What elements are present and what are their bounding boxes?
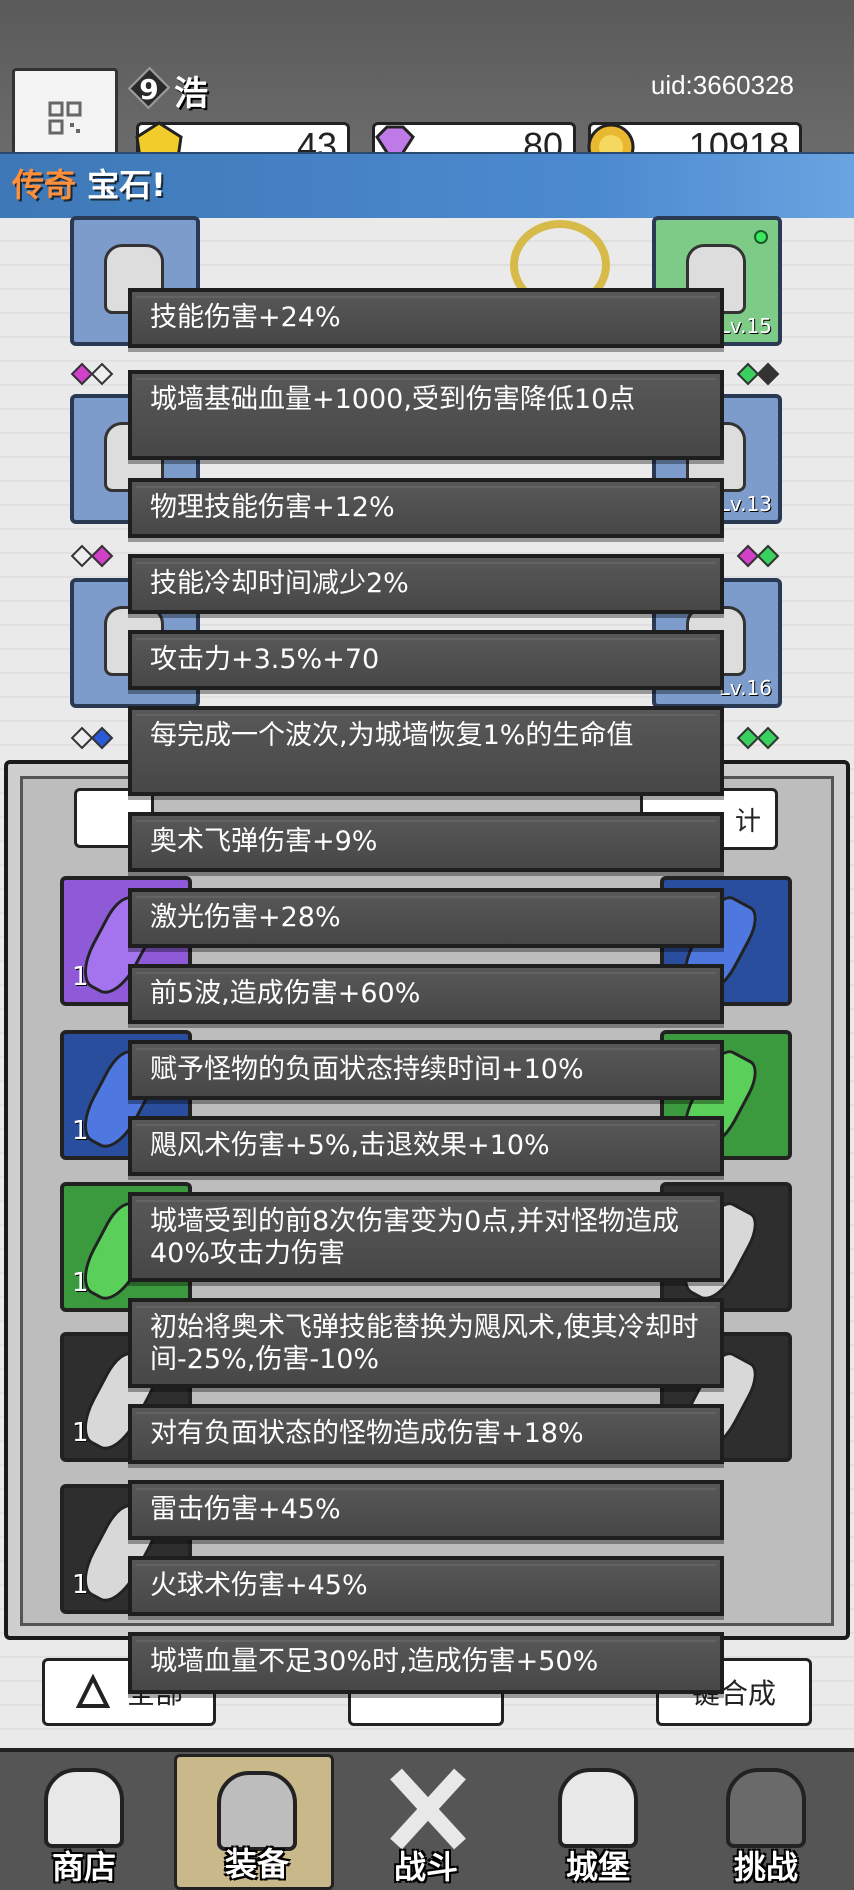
nav-castle[interactable]: 城堡 xyxy=(518,1754,678,1890)
nav-shop[interactable]: 商店 xyxy=(4,1754,164,1890)
socket-empty-icon xyxy=(90,362,114,386)
new-indicator-icon xyxy=(754,230,768,244)
nav-label: 挑战 xyxy=(733,1848,798,1886)
affix-item[interactable]: 赋予怪物的负面状态持续时间+10% xyxy=(128,1040,724,1100)
affix-item[interactable]: 火球术伤害+45% xyxy=(128,1556,724,1616)
legendary-affix-list[interactable]: 技能伤害+24% 城墙基础血量+1000,受到伤害降低10点 物理技能伤害+12… xyxy=(128,288,724,1708)
affix-item[interactable]: 技能冷却时间减少2% xyxy=(128,554,724,614)
affix-item[interactable]: 城墙受到的前8次伤害变为0点,并对怪物造成40%攻击力伤害 xyxy=(128,1192,724,1282)
socket-gem-icon xyxy=(756,362,780,386)
affix-item[interactable]: 雷击伤害+45% xyxy=(128,1480,724,1540)
affix-item[interactable]: 技能伤害+24% xyxy=(128,288,724,348)
affix-item[interactable]: 前5波,造成伤害+60% xyxy=(128,964,724,1024)
triangle-icon xyxy=(75,1674,111,1708)
qr-code-icon xyxy=(48,101,82,135)
gem-count: 1 xyxy=(72,1116,89,1146)
affix-item[interactable]: 初始将奥术飞弹技能替换为飓风术,使其冷却时间-25%,伤害-10% xyxy=(128,1298,724,1388)
player-name: 浩 xyxy=(174,74,208,114)
statistics-label: 计 xyxy=(734,806,761,837)
affix-item[interactable]: 飓风术伤害+5%,击退效果+10% xyxy=(128,1116,724,1176)
gem-socket-row xyxy=(70,362,114,386)
gem-socket-row xyxy=(736,726,780,750)
nav-battle[interactable]: 战斗 xyxy=(346,1754,506,1890)
gem-count: 1 xyxy=(72,1268,89,1298)
gem-count: 1 xyxy=(72,962,89,992)
affix-item[interactable]: 城墙基础血量+1000,受到伤害降低10点 xyxy=(128,370,724,460)
socket-gem-icon xyxy=(90,544,114,568)
affix-item[interactable]: 对有负面状态的怪物造成伤害+18% xyxy=(128,1404,724,1464)
affix-item[interactable]: 攻击力+3.5%+70 xyxy=(128,630,724,690)
affix-item[interactable]: 城墙血量不足30%时,造成伤害+50% xyxy=(128,1632,724,1694)
nav-label: 城堡 xyxy=(565,1848,630,1886)
user-id: uid:3660328 xyxy=(650,70,794,100)
affix-item[interactable]: 每完成一个波次,为城墙恢复1%的生命值 xyxy=(128,706,724,796)
socket-gem-icon xyxy=(756,544,780,568)
castle-icon xyxy=(558,1768,638,1848)
equip-level: Lv.16 xyxy=(718,676,772,700)
affix-item[interactable]: 激光伤害+28% xyxy=(128,888,724,948)
locked-challenge-icon xyxy=(726,1768,806,1848)
banner-text: 传奇 宝石! xyxy=(12,160,166,206)
gem-socket-row xyxy=(736,544,780,568)
gem-count: 1 xyxy=(72,1570,89,1600)
equip-level: Lv.13 xyxy=(718,492,772,516)
socket-gem-icon xyxy=(90,726,114,750)
nav-challenge[interactable]: 挑战 xyxy=(686,1754,846,1890)
affix-item[interactable]: 物理技能伤害+12% xyxy=(128,478,724,538)
nav-label: 战斗 xyxy=(393,1848,458,1886)
nav-label: 装备 xyxy=(224,1845,289,1883)
gem-count: 1 xyxy=(72,1418,89,1448)
banner-label: 宝石! xyxy=(76,166,166,204)
socket-gem-icon xyxy=(756,726,780,750)
gem-socket-row xyxy=(70,726,114,750)
player-level: 9 xyxy=(139,73,159,106)
shop-icon xyxy=(44,1768,124,1848)
nav-equipment[interactable]: 装备 xyxy=(174,1754,334,1890)
crossed-swords-icon xyxy=(390,1768,466,1850)
banner-highlight: 传奇 xyxy=(12,166,77,204)
affix-item[interactable]: 奥术飞弹伤害+9% xyxy=(128,812,724,872)
nav-label: 商店 xyxy=(51,1848,116,1886)
gem-socket-row xyxy=(70,544,114,568)
equip-level: Lv.15 xyxy=(718,314,772,338)
gem-socket-row xyxy=(736,362,780,386)
